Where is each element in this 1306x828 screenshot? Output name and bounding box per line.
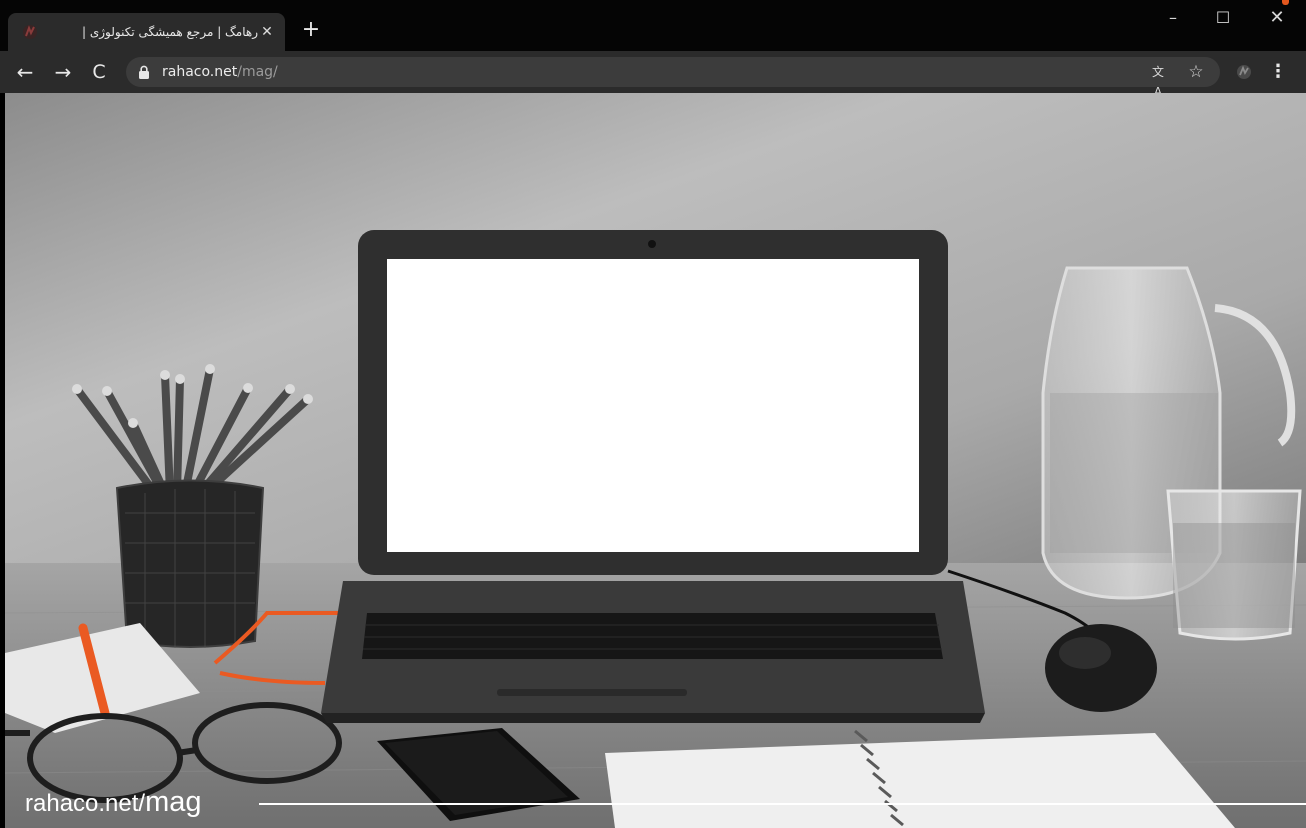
browser-menu-icon[interactable]: ⋮	[1268, 60, 1288, 84]
watermark-path: mag	[145, 786, 202, 818]
maximize-button[interactable]: ☐	[1208, 7, 1238, 29]
url-domain: rahaco.net	[162, 64, 238, 80]
extension-icon[interactable]	[1236, 64, 1252, 80]
minimize-button[interactable]: –	[1158, 7, 1188, 29]
page-hero-image: rahaco.net/mag	[5, 93, 1306, 828]
bookmark-star-icon[interactable]: ☆	[1186, 62, 1206, 82]
back-button[interactable]: ←	[13, 60, 37, 84]
translate-icon[interactable]: 文A	[1148, 62, 1168, 99]
watermark-rule	[259, 803, 1306, 805]
browser-toolbar: ← → C rahaco.net/mag/ 文A ☆ ⋮	[0, 51, 1306, 99]
site-watermark: rahaco.net/mag	[25, 787, 202, 819]
accent-mark	[1282, 0, 1289, 5]
address-url[interactable]: rahaco.net/mag/	[162, 63, 278, 81]
url-path: /mag/	[237, 64, 278, 80]
browser-titlebar: رهامگ | مرجع همیشگی تکنولوژی | ✕ + – ☐ ✕	[0, 0, 1306, 51]
close-window-button[interactable]: ✕	[1262, 7, 1292, 29]
lock-icon[interactable]	[138, 65, 150, 79]
desk-photo	[5, 93, 1306, 828]
address-bar[interactable]: rahaco.net/mag/ 文A ☆	[126, 57, 1220, 99]
tab-close-icon[interactable]: ✕	[257, 22, 277, 42]
watermark-domain: rahaco.net/	[25, 790, 146, 817]
rahaco-favicon-icon	[23, 25, 37, 39]
forward-button[interactable]: →	[51, 60, 75, 84]
tab-title: رهامگ | مرجع همیشگی تکنولوژی |	[81, 25, 258, 39]
browser-tab[interactable]: رهامگ | مرجع همیشگی تکنولوژی | ✕	[8, 13, 285, 51]
new-tab-button[interactable]: +	[299, 19, 323, 43]
reload-button[interactable]: C	[87, 60, 111, 84]
laptop	[321, 230, 985, 723]
